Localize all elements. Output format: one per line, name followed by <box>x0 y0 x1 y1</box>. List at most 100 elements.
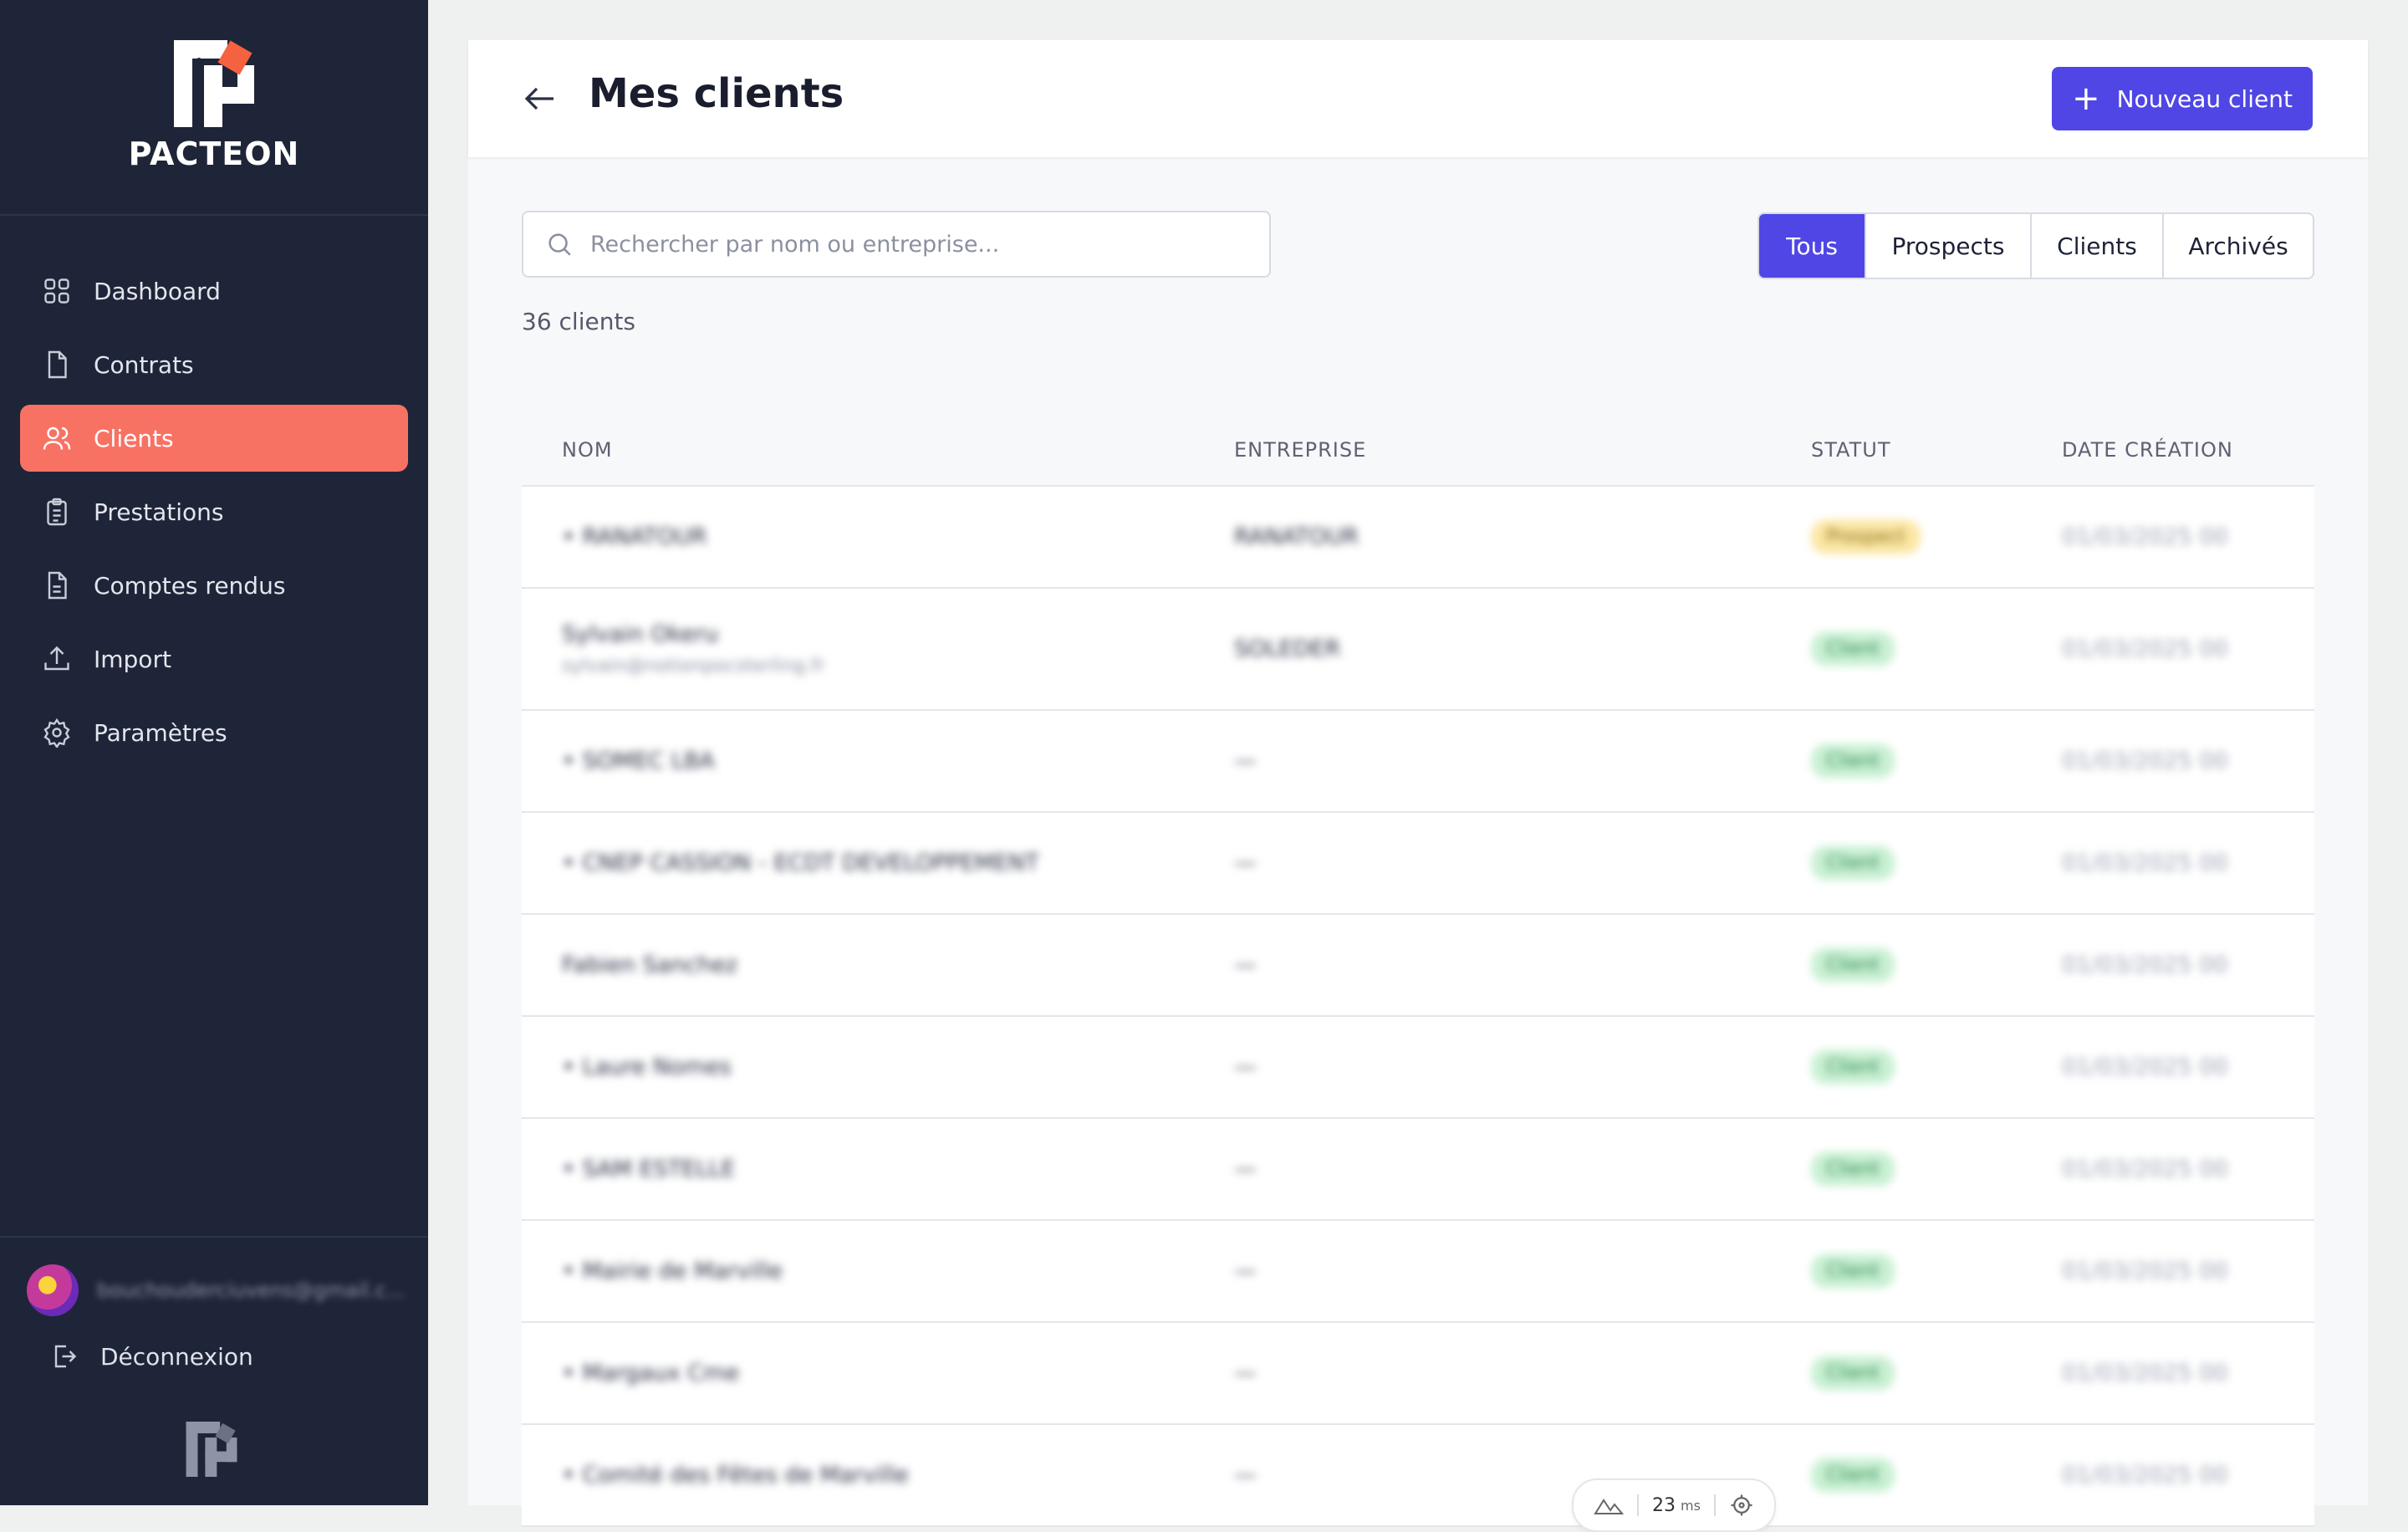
client-date: 01/03/2025 00 <box>2062 1360 2228 1386</box>
client-company: SOLEDER <box>1234 636 1341 662</box>
status-badge: Client <box>1811 631 1895 666</box>
status-badge: Client <box>1811 947 1895 983</box>
status-badge: Client <box>1811 1152 1895 1187</box>
sidebar-item-label: Paramètres <box>94 718 227 747</box>
clients-count: 36 clients <box>522 308 636 335</box>
column-header-entreprise[interactable]: ENTREPRISE <box>1234 438 1366 462</box>
client-date: 01/03/2025 00 <box>2062 636 2228 662</box>
table-row[interactable]: • RANATOUR RANATOUR Prospect 01/03/2025 00 <box>522 487 2314 589</box>
sidebar-item-label: Clients <box>94 424 174 452</box>
sidebar-item-label: Prestations <box>94 498 224 526</box>
client-company: RANATOUR <box>1234 523 1359 550</box>
table-header: NOM ENTREPRISE STATUT DATE CRÉATION <box>522 398 2314 487</box>
sidebar-item-import[interactable]: Import <box>20 626 408 692</box>
new-client-label: Nouveau client <box>2116 84 2293 113</box>
table-row[interactable]: • SAM ESTELLE — Client 01/03/2025 00 <box>522 1119 2314 1221</box>
status-badge: Client <box>1811 1356 1895 1391</box>
sidebar-item-contrats[interactable]: Contrats <box>20 331 408 398</box>
avatar <box>27 1264 79 1316</box>
main-content: Mes clients + Nouveau client Tous Prospe… <box>468 40 2368 1532</box>
column-header-nom[interactable]: NOM <box>562 438 613 462</box>
new-client-button[interactable]: + Nouveau client <box>2052 67 2313 130</box>
client-name: • SAM ESTELLE <box>562 1156 736 1182</box>
column-header-date-creation[interactable]: DATE CRÉATION <box>2062 438 2233 462</box>
table-row[interactable]: Sylvain Okeru sylvain@notionpocsterling.f… <box>522 589 2314 711</box>
sidebar-item-dashboard[interactable]: Dashboard <box>20 258 408 324</box>
client-company: — <box>1234 748 1257 774</box>
sidebar-item-parametres[interactable]: Paramètres <box>20 699 408 766</box>
pacteon-logo-icon <box>174 40 254 127</box>
logout-label: Déconnexion <box>100 1342 253 1371</box>
table-row[interactable]: • Laure Nomes — Client 01/03/2025 00 <box>522 1017 2314 1119</box>
divider <box>1637 1494 1640 1516</box>
logout-icon <box>54 1345 77 1368</box>
file-icon <box>48 350 67 379</box>
perf-indicator: 23 ms <box>1572 1478 1776 1532</box>
client-name: • CNEP CASSION - ECDT DEVELOPPEMENT <box>562 850 1039 876</box>
column-header-statut[interactable]: STATUT <box>1811 438 1890 462</box>
sidebar-item-label: Contrats <box>94 350 194 379</box>
user-profile[interactable]: bouchouderciuvens@gmail.c... <box>27 1263 411 1318</box>
sidebar-item-clients[interactable]: Clients <box>20 405 408 472</box>
client-company: — <box>1234 1054 1257 1080</box>
client-name: Fabien Sanchez <box>562 952 738 978</box>
brand-logo[interactable]: PACTEON <box>0 40 428 172</box>
table-row[interactable]: • Comité des Fêtes de Marville — Client 01/… <box>522 1425 2314 1527</box>
sidebar-nav: Dashboard Contrats Clients Prestations C… <box>20 258 408 773</box>
brand-name: PACTEON <box>128 135 300 172</box>
back-arrow-icon[interactable] <box>520 79 560 119</box>
status-badge: Client <box>1811 845 1895 881</box>
sidebar-item-label: Dashboard <box>94 277 221 305</box>
grid-icon <box>44 278 69 304</box>
client-name: Sylvain Okeru sylvain@notionpocsterling.f… <box>562 621 825 677</box>
page-title: Mes clients <box>589 70 844 117</box>
table-row[interactable]: Fabien Sanchez — Client 01/03/2025 00 <box>522 915 2314 1017</box>
target-icon[interactable] <box>1729 1493 1754 1518</box>
plus-icon: + <box>2072 79 2100 118</box>
sidebar-divider <box>0 214 428 216</box>
sidebar: PACTEON Dashboard Contrats Clients Prest… <box>0 0 428 1505</box>
status-badge: Client <box>1811 743 1895 779</box>
client-name: • RANATOUR <box>562 523 707 550</box>
mountain-icon <box>1594 1499 1625 1514</box>
table-row[interactable]: • CNEP CASSION - ECDT DEVELOPPEMENT — Clie… <box>522 813 2314 915</box>
client-company: — <box>1234 1360 1257 1386</box>
status-badge: Client <box>1811 1049 1895 1085</box>
search-box <box>522 211 1271 278</box>
logout-button[interactable]: Déconnexion <box>48 1341 253 1371</box>
client-company: — <box>1234 1462 1257 1489</box>
client-name: • Comité des Fêtes de Marville <box>562 1462 909 1489</box>
client-date: 01/03/2025 00 <box>2062 523 2228 550</box>
filter-clients[interactable]: Clients <box>2030 214 2162 278</box>
client-name: • Margaux Cme <box>562 1360 740 1386</box>
filter-tabs: Tous Prospects Clients Archivés <box>1758 212 2314 279</box>
sidebar-item-comptes-rendus[interactable]: Comptes rendus <box>20 552 408 619</box>
users-icon <box>43 426 71 450</box>
client-name: • Laure Nomes <box>562 1054 732 1080</box>
upload-icon <box>44 646 69 671</box>
client-name: • SOMEC LBA <box>562 748 715 774</box>
status-badge: Client <box>1811 1254 1895 1289</box>
clipboard-icon <box>47 498 67 526</box>
search-icon <box>548 233 571 256</box>
client-date: 01/03/2025 00 <box>2062 1054 2228 1080</box>
table-row[interactable]: • Margaux Cme — Client 01/03/2025 00 <box>522 1323 2314 1425</box>
filter-tous[interactable]: Tous <box>1759 214 1865 278</box>
user-email: bouchouderciuvens@gmail.c... <box>97 1279 406 1302</box>
client-date: 01/03/2025 00 <box>2062 850 2228 876</box>
table-row[interactable]: • SOMEC LBA — Client 01/03/2025 00 <box>522 711 2314 813</box>
filter-prospects[interactable]: Prospects <box>1865 214 2030 278</box>
perf-unit: ms <box>1681 1497 1701 1514</box>
page-header: Mes clients + Nouveau client <box>468 40 2368 157</box>
filter-archives[interactable]: Archivés <box>2162 214 2313 278</box>
clients-table: NOM ENTREPRISE STATUT DATE CRÉATION • RA… <box>522 398 2314 1527</box>
client-date: 01/03/2025 00 <box>2062 1156 2228 1182</box>
client-name: • Mairie de Marville <box>562 1258 783 1284</box>
client-company: — <box>1234 1258 1257 1284</box>
pacteon-small-logo-icon <box>186 1422 237 1477</box>
search-input[interactable] <box>589 230 1244 258</box>
document-icon <box>48 571 67 600</box>
client-date: 01/03/2025 00 <box>2062 952 2228 978</box>
sidebar-item-prestations[interactable]: Prestations <box>20 478 408 545</box>
table-row[interactable]: • Mairie de Marville — Client 01/03/2025 00 <box>522 1221 2314 1323</box>
